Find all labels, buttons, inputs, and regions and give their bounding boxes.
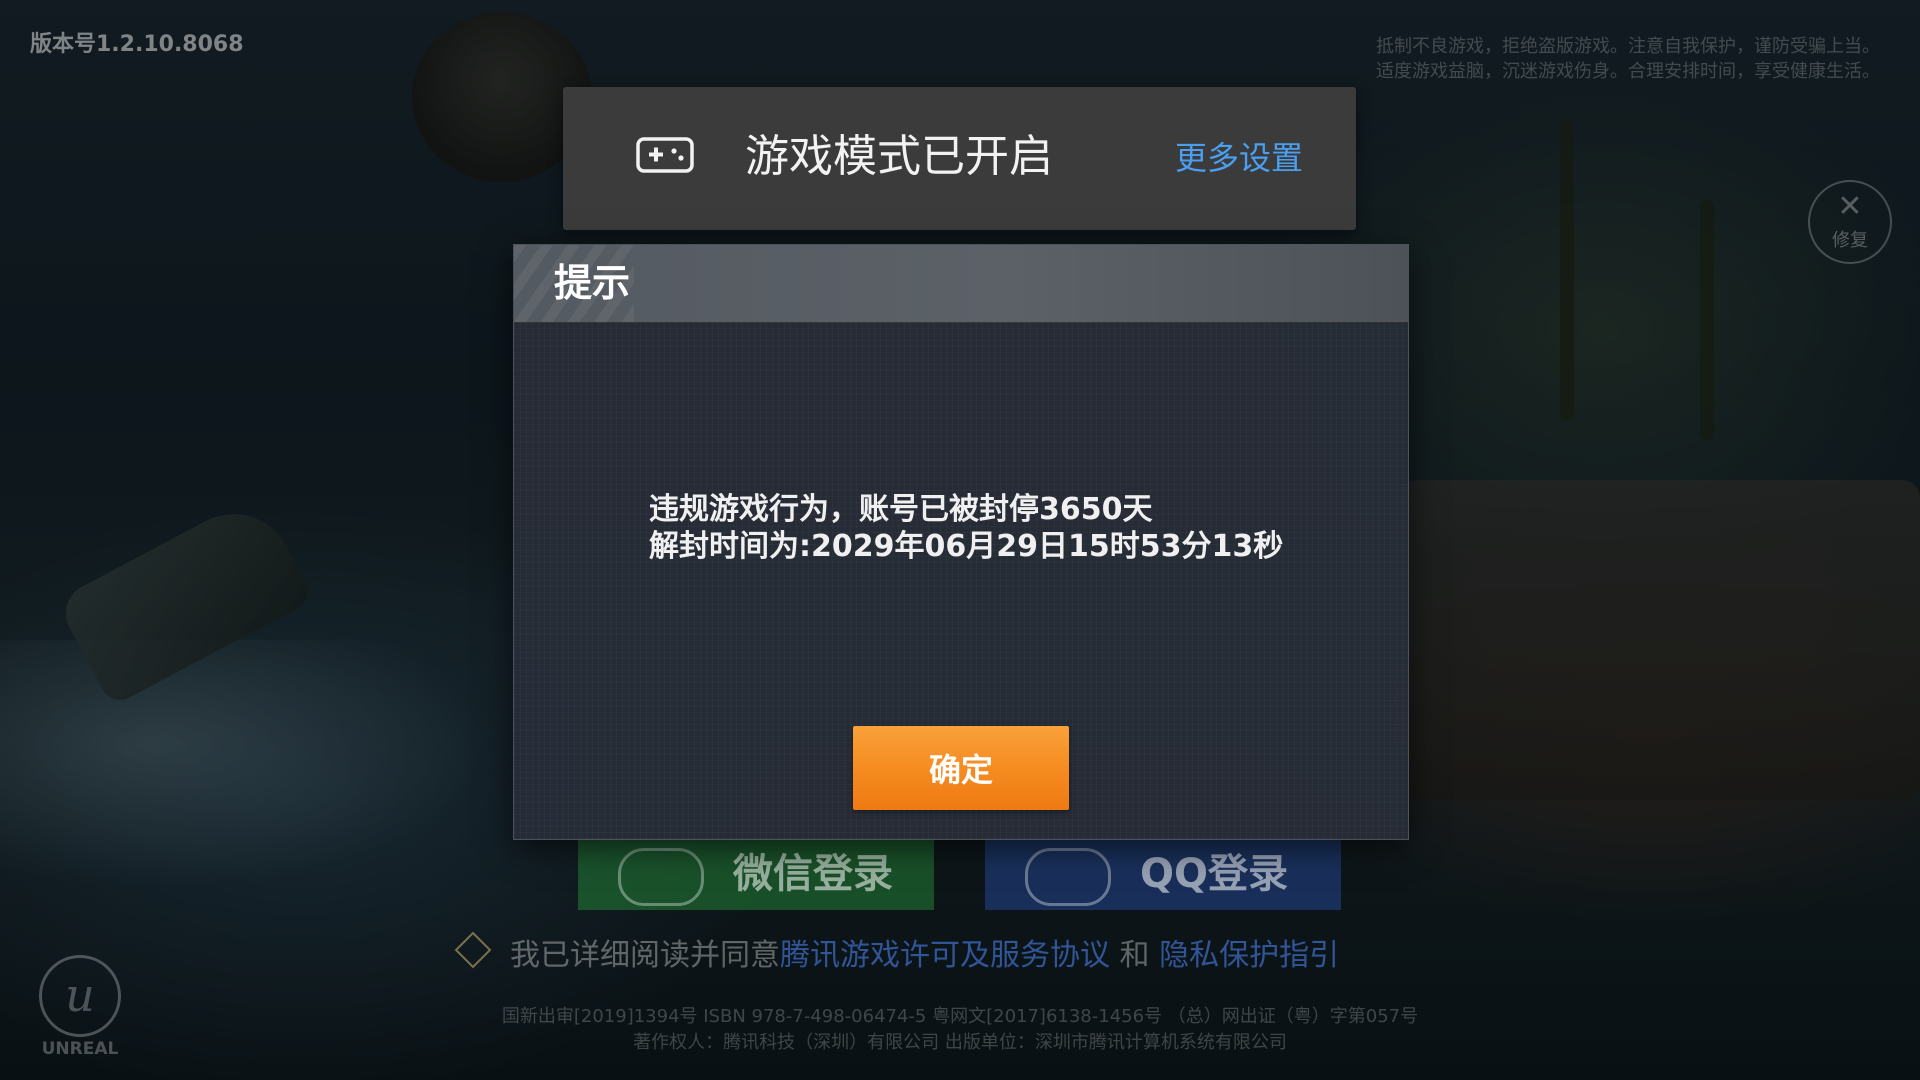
qq-login-label: QQ登录	[1140, 851, 1289, 897]
qq-penguin-icon	[1025, 848, 1111, 906]
privacy-policy-link[interactable]: 隐私保护指引	[1159, 938, 1339, 973]
wechat-icon	[618, 848, 704, 906]
confirm-button[interactable]: 确定	[853, 726, 1069, 810]
gamepad-icon	[636, 137, 694, 173]
agreement-row: 我已详细阅读并同意腾讯游戏许可及服务协议 和 隐私保护指引	[454, 931, 1339, 976]
qq-login-button[interactable]: QQ登录	[985, 838, 1341, 910]
ban-duration-text: 违规游戏行为，账号已被封停3650天	[649, 492, 1153, 527]
agreement-prefix: 我已详细阅读并同意	[510, 938, 780, 973]
footer-line: 著作权人：腾讯科技（深圳）有限公司 出版单位：深圳市腾讯计算机系统有限公司	[633, 1032, 1287, 1053]
more-settings-link[interactable]: 更多设置	[1175, 137, 1303, 179]
health-notice-line: 抵制不良游戏，拒绝盗版游戏。注意自我保护，谨防受骗上当。	[1376, 36, 1880, 57]
dialog-header: 提示	[514, 245, 1408, 323]
unban-time-text: 解封时间为:2029年06月29日15时53分13秒	[649, 529, 1284, 564]
wechat-login-button[interactable]: 微信登录	[578, 838, 934, 910]
health-notice: 抵制不良游戏，拒绝盗版游戏。注意自我保护，谨防受骗上当。 适度游戏益脑，沉迷游戏…	[1260, 34, 1880, 84]
agreement-and: 和	[1119, 938, 1150, 973]
wrench-icon: ✕	[1837, 189, 1863, 224]
ban-notice-dialog: 提示 违规游戏行为，账号已被封停3650天 解封时间为:2029年06月29日1…	[513, 244, 1409, 840]
health-notice-line: 适度游戏益脑，沉迷游戏伤身。合理安排时间，享受健康生活。	[1376, 61, 1880, 82]
repair-label: 修复	[1832, 230, 1868, 251]
repair-button[interactable]: ✕ 修复	[1808, 180, 1892, 264]
version-label: 版本号1.2.10.8068	[30, 32, 244, 57]
game-mode-banner: 游戏模式已开启 更多设置	[563, 87, 1356, 230]
service-agreement-link[interactable]: 腾讯游戏许可及服务协议	[780, 938, 1110, 973]
wechat-login-label: 微信登录	[733, 851, 893, 897]
dialog-message: 违规游戏行为，账号已被封停3650天 解封时间为:2029年06月29日15时5…	[649, 491, 1283, 565]
game-login-screen: 版本号1.2.10.8068 抵制不良游戏，拒绝盗版游戏。注意自我保护，谨防受骗…	[0, 0, 1920, 1080]
dialog-title: 提示	[554, 261, 631, 305]
game-mode-title: 游戏模式已开启	[745, 131, 1053, 182]
copyright-footer: 国新出审[2019]1394号 ISBN 978-7-498-06474-5 粤…	[0, 1004, 1920, 1056]
agreement-checkbox[interactable]	[454, 931, 492, 969]
footer-line: 国新出审[2019]1394号 ISBN 978-7-498-06474-5 粤…	[501, 1006, 1419, 1027]
